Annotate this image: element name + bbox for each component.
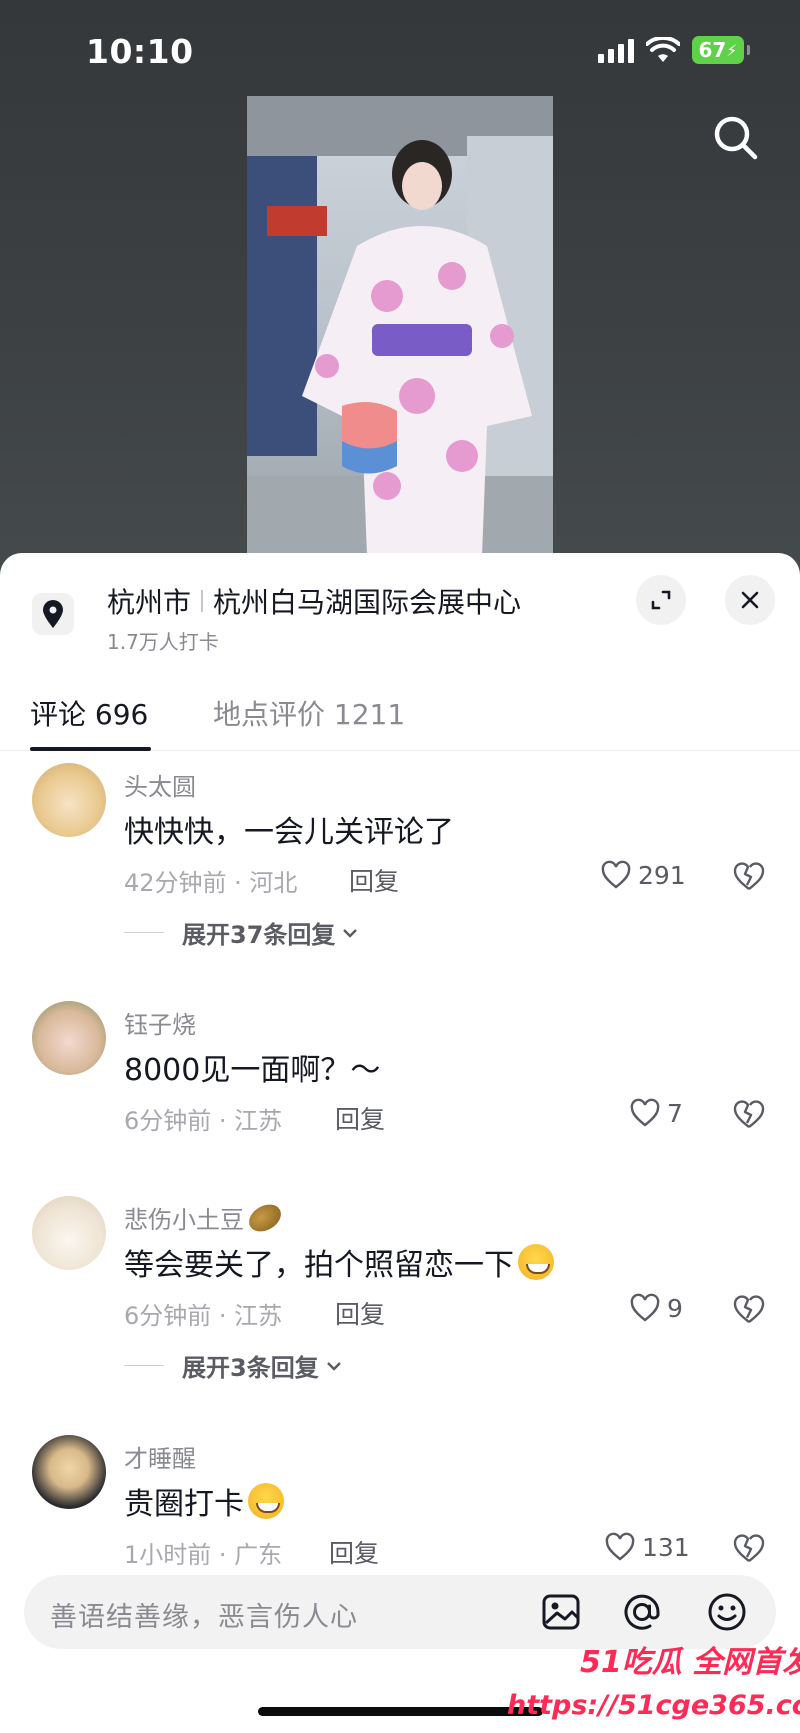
- search-icon: [714, 116, 758, 160]
- dislike-button[interactable]: [732, 1098, 766, 1130]
- broken-heart-icon: [733, 1100, 765, 1128]
- reply-button[interactable]: 回复: [349, 862, 399, 898]
- home-indicator: [258, 1707, 543, 1716]
- chevron-down-icon: [343, 928, 358, 938]
- thumbnail-image: [247, 96, 553, 556]
- reply-button[interactable]: 回复: [335, 1295, 385, 1331]
- heart-icon: [630, 1293, 660, 1322]
- like-count: 9: [667, 1293, 683, 1323]
- status-time: 10:10: [86, 32, 194, 71]
- expand-button[interactable]: [636, 575, 686, 625]
- dislike-button[interactable]: [732, 860, 766, 892]
- title-divider: [201, 590, 204, 612]
- like-button[interactable]: 9: [629, 1293, 683, 1323]
- heart-icon: [601, 860, 631, 889]
- dislike-button[interactable]: [732, 1293, 766, 1325]
- comment-text[interactable]: 等会要关了，拍个照留恋一下: [124, 1240, 554, 1284]
- status-bar: 10:10 67 ⚡: [0, 0, 800, 100]
- close-button[interactable]: [725, 575, 775, 625]
- search-button[interactable]: [710, 112, 762, 164]
- broken-heart-icon: [733, 862, 765, 890]
- tab-comments[interactable]: 评论 696: [30, 693, 148, 733]
- video-thumbnail[interactable]: [247, 96, 553, 556]
- avatar[interactable]: [32, 1435, 106, 1509]
- comment-username[interactable]: 才睡醒: [124, 1439, 196, 1474]
- location-venue: 杭州白马湖国际会展中心: [213, 586, 522, 619]
- battery-icon: 67 ⚡: [692, 36, 750, 64]
- avatar[interactable]: [32, 1001, 106, 1075]
- close-icon: [741, 591, 759, 609]
- comment-username-row[interactable]: 悲伤小土豆: [124, 1198, 286, 1237]
- comment-username[interactable]: 钰子烧: [124, 1005, 196, 1040]
- comment-text[interactable]: 快快快，一会儿关评论了: [124, 807, 454, 851]
- emoji-button[interactable]: [704, 1589, 750, 1635]
- tab-bar: 评论 696 地点评价 1211: [0, 663, 800, 751]
- location-header[interactable]: 杭州市 杭州白马湖国际会展中心 1.7万人打卡: [0, 553, 800, 663]
- watermark-url: https://51cge365.com: [507, 1690, 800, 1721]
- grin-emoji-icon: [248, 1483, 284, 1519]
- comment-text-content: 贵圈打卡: [124, 1487, 244, 1522]
- watermark-logo: 51吃瓜 全网首发: [580, 1645, 800, 1680]
- comment-sheet: 杭州市 杭州白马湖国际会展中心 1.7万人打卡 评论 696 地点评价 1211…: [0, 553, 800, 1733]
- expand-replies-button[interactable]: 展开3条回复: [124, 1348, 343, 1383]
- expand-replies-button[interactable]: 展开37条回复: [124, 915, 359, 950]
- like-button[interactable]: 131: [604, 1532, 690, 1562]
- location-pin-icon: [32, 593, 74, 635]
- checkin-count: 1.7万人打卡: [107, 630, 219, 654]
- mention-button[interactable]: [619, 1589, 665, 1635]
- wifi-icon: [646, 37, 680, 62]
- location-city: 杭州市: [107, 586, 192, 619]
- emoji-icon: [708, 1593, 746, 1631]
- avatar[interactable]: [32, 1196, 106, 1270]
- comment-text-content: 等会要关了，拍个照留恋一下: [124, 1248, 514, 1283]
- list-fade: [0, 1563, 800, 1575]
- heart-icon: [605, 1532, 635, 1561]
- active-tab-indicator: [30, 747, 151, 751]
- like-button[interactable]: 7: [629, 1098, 683, 1128]
- heart-icon: [630, 1098, 660, 1127]
- like-count: 7: [667, 1098, 683, 1128]
- comment-username: 悲伤小土豆: [124, 1206, 244, 1234]
- like-count: 291: [638, 860, 686, 890]
- comment-username[interactable]: 头太圆: [124, 767, 196, 802]
- broken-heart-icon: [733, 1534, 765, 1562]
- comment-input-placeholder[interactable]: 善语结善缘，恶言伤人心: [50, 1595, 358, 1634]
- dislike-button[interactable]: [732, 1532, 766, 1564]
- image-icon: [542, 1594, 580, 1630]
- expand-divider: [124, 1365, 164, 1366]
- reply-button[interactable]: 回复: [335, 1100, 385, 1136]
- like-button[interactable]: 291: [600, 860, 686, 890]
- comment-text[interactable]: 贵圈打卡: [124, 1479, 284, 1523]
- expand-replies-label: 展开37条回复: [182, 921, 336, 949]
- chevron-down-icon: [326, 1361, 341, 1371]
- expand-replies-label: 展开3条回复: [182, 1354, 319, 1382]
- comment-meta: 6分钟前 · 江苏: [124, 1107, 283, 1135]
- comment-meta: 6分钟前 · 江苏: [124, 1302, 283, 1330]
- grin-emoji-icon: [518, 1244, 554, 1280]
- comment-text[interactable]: 8000见一面啊？～: [124, 1045, 380, 1089]
- tab-place-reviews[interactable]: 地点评价 1211: [213, 693, 405, 733]
- avatar[interactable]: [32, 763, 106, 837]
- cellular-signal-icon: [598, 37, 634, 63]
- battery-level: 67: [698, 38, 727, 62]
- status-icons: 67 ⚡: [598, 36, 750, 64]
- potato-icon: [244, 1198, 286, 1237]
- image-button[interactable]: [538, 1589, 584, 1635]
- broken-heart-icon: [733, 1295, 765, 1323]
- comment-meta: 42分钟前 · 河北: [124, 869, 298, 897]
- expand-divider: [124, 932, 164, 933]
- at-icon: [624, 1594, 660, 1630]
- expand-icon: [651, 590, 671, 610]
- like-count: 131: [642, 1532, 690, 1562]
- location-title[interactable]: 杭州市 杭州白马湖国际会展中心: [107, 581, 521, 621]
